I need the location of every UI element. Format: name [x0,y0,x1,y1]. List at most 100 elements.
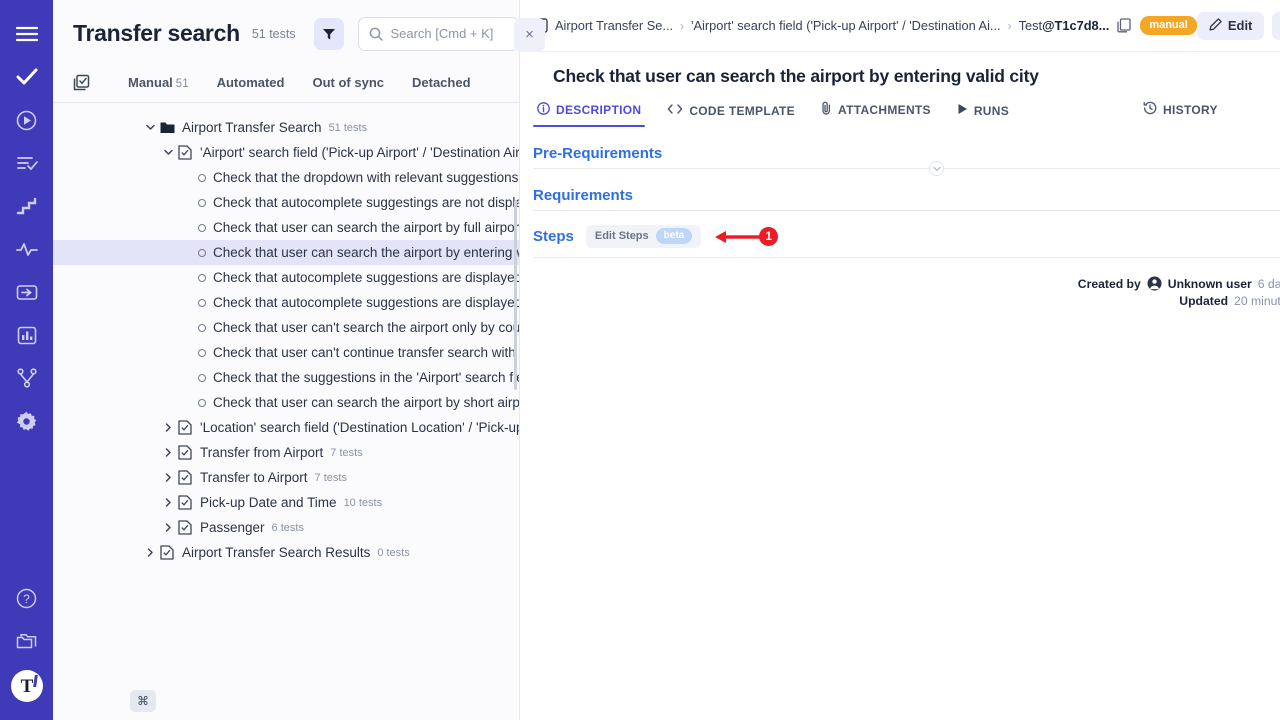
tab-history-label: HISTORY [1163,102,1218,117]
app-logo[interactable]: T [10,670,43,702]
help-circle-icon[interactable]: ? [7,578,47,618]
tab-automated[interactable]: Automated [203,75,299,90]
tree-row[interactable]: Check that the dropdown with relevant su… [53,165,519,190]
detail-tabs: DESCRIPTION CODE TEMPLATE ATTACHMENTS RU… [520,87,1280,127]
breadcrumb-item-1[interactable]: 'Airport' search field ('Pick-up Airport… [691,18,1001,33]
annotation-marker-1: 1 [715,227,779,246]
created-by-label: Created by [1077,276,1141,291]
search-input[interactable] [390,26,509,41]
section-steps: Steps [533,228,574,245]
tree-row-label: Airport Transfer Search [182,120,322,135]
breadcrumb-separator-1: › [1007,18,1012,33]
chart-icon[interactable] [7,315,47,355]
menu-icon[interactable] [7,14,47,54]
search-box[interactable]: × [358,16,545,52]
tab-detached[interactable]: Detached [398,75,485,90]
svg-text:?: ? [23,592,30,606]
tab-code-template-label: CODE TEMPLATE [689,103,795,118]
tests-tree[interactable]: Airport Transfer Search 51 tests 'Airport'… [53,103,519,720]
more-options-button[interactable] [1272,11,1280,40]
gear-icon[interactable] [7,401,47,441]
created-ago: 6 days ago [1257,276,1280,291]
edit-button-label: Edit [1227,18,1253,33]
chevron-right-icon[interactable] [161,448,176,457]
tree-row[interactable]: 'Airport' search field ('Pick-up Airport… [53,140,519,165]
tree-row[interactable]: Check that user can't search the airport… [53,315,519,340]
tree-row-label: Passenger [200,520,265,535]
filter-button[interactable] [313,17,345,50]
breadcrumb-item-2[interactable]: Test [1019,18,1042,33]
chevron-down-icon[interactable] [143,124,158,131]
tab-runs[interactable]: RUNS [953,103,1031,127]
circle-icon [198,348,206,357]
steps-row: Steps Edit Steps beta 1 [533,211,1280,257]
tree-scrollbar[interactable] [514,200,517,390]
tab-history[interactable]: HISTORY [1139,101,1240,127]
test-id[interactable]: @T1c7d8... [1042,18,1109,33]
breadcrumb-item-0[interactable]: Airport Transfer Se... [555,18,673,33]
search-close-button[interactable]: × [514,17,545,52]
branch-icon[interactable] [7,358,47,398]
updated-ago: 20 minutes ago [1234,294,1280,308]
tree-row-label: Check that user can't continue transfer … [213,345,519,360]
check-icon[interactable] [7,57,47,97]
tree-row-count: 7 tests [314,471,347,484]
tree-row[interactable]: Check that autocomplete suggestions are … [53,290,519,315]
file-check-icon [176,445,194,460]
circle-icon [198,373,206,382]
chevron-right-icon[interactable] [143,548,158,557]
chevron-down-icon[interactable] [161,149,176,156]
history-icon [1143,101,1157,118]
info-circle-icon [537,102,550,118]
folders-icon[interactable] [7,621,47,661]
tab-description[interactable]: DESCRIPTION [533,102,663,127]
copy-icon[interactable] [1117,18,1131,33]
chevron-right-icon[interactable] [161,498,176,507]
tab-out-of-sync[interactable]: Out of sync [298,75,398,90]
status-circle-icon [533,71,544,82]
file-check-icon [176,495,194,510]
chevron-right-icon[interactable] [161,423,176,432]
edit-button[interactable]: Edit [1196,11,1265,40]
tree-row[interactable]: Check that the suggestions in the 'Airpo… [53,365,519,390]
code-icon [667,103,683,118]
edit-steps-button[interactable]: Edit Steps beta [585,225,702,248]
file-check-icon [176,420,194,435]
play-circle-icon[interactable] [7,100,47,140]
import-icon[interactable] [7,272,47,312]
play-icon [957,103,968,118]
tree-row[interactable]: Airport Transfer Search Results 0 tests [53,540,519,565]
list-check-icon[interactable] [7,143,47,183]
tree-row-selected[interactable]: Check that user can search the airport b… [53,240,519,265]
tree-row-label: Check that autocomplete suggestions are … [213,270,519,285]
breadcrumb-bar: Airport Transfer Se... › 'Airport' searc… [520,0,1280,52]
tree-row[interactable]: Check that user can search the airport b… [53,390,519,415]
tree-row[interactable]: Airport Transfer Search 51 tests [53,115,519,140]
tree-row[interactable]: Transfer to Airport 7 tests [53,465,519,490]
command-key-badge[interactable]: ⌘ [130,690,156,712]
tab-code-template[interactable]: CODE TEMPLATE [663,103,817,127]
annotation-arrow-icon [715,230,762,244]
tab-automated-label: Automated [216,75,285,90]
tree-row[interactable]: 'Location' search field ('Destination Lo… [53,415,519,440]
tree-row[interactable]: Transfer from Airport 7 tests [53,440,519,465]
tree-row[interactable]: Check that user can't continue transfer … [53,340,519,365]
chevron-right-icon[interactable] [161,473,176,482]
tree-row[interactable]: Pick-up Date and Time 10 tests [53,490,519,515]
tree-row[interactable]: Passenger 6 tests [53,515,519,540]
tests-tree-panel: Transfer search 51 tests × Manual51 Auto [53,0,545,720]
steps-icon[interactable] [7,186,47,226]
created-by-line: Created by Unknown user 6 days ago [533,276,1280,291]
chevron-right-icon[interactable] [161,523,176,532]
select-all-icon[interactable] [73,74,90,91]
tree-row[interactable]: Check that autocomplete suggestings are … [53,190,519,215]
page-title: Transfer search [73,20,240,46]
tab-detached-label: Detached [412,75,471,90]
tab-attachments[interactable]: ATTACHMENTS [817,101,953,127]
tree-row[interactable]: Check that user can search the airport b… [53,215,519,240]
pulse-icon[interactable] [7,229,47,269]
tab-manual-label: Manual [128,75,173,90]
tree-row-label: Check that the suggestions in the 'Airpo… [213,370,519,385]
tab-manual[interactable]: Manual 51 [114,75,203,90]
tree-row[interactable]: Check that autocomplete suggestions are … [53,265,519,290]
